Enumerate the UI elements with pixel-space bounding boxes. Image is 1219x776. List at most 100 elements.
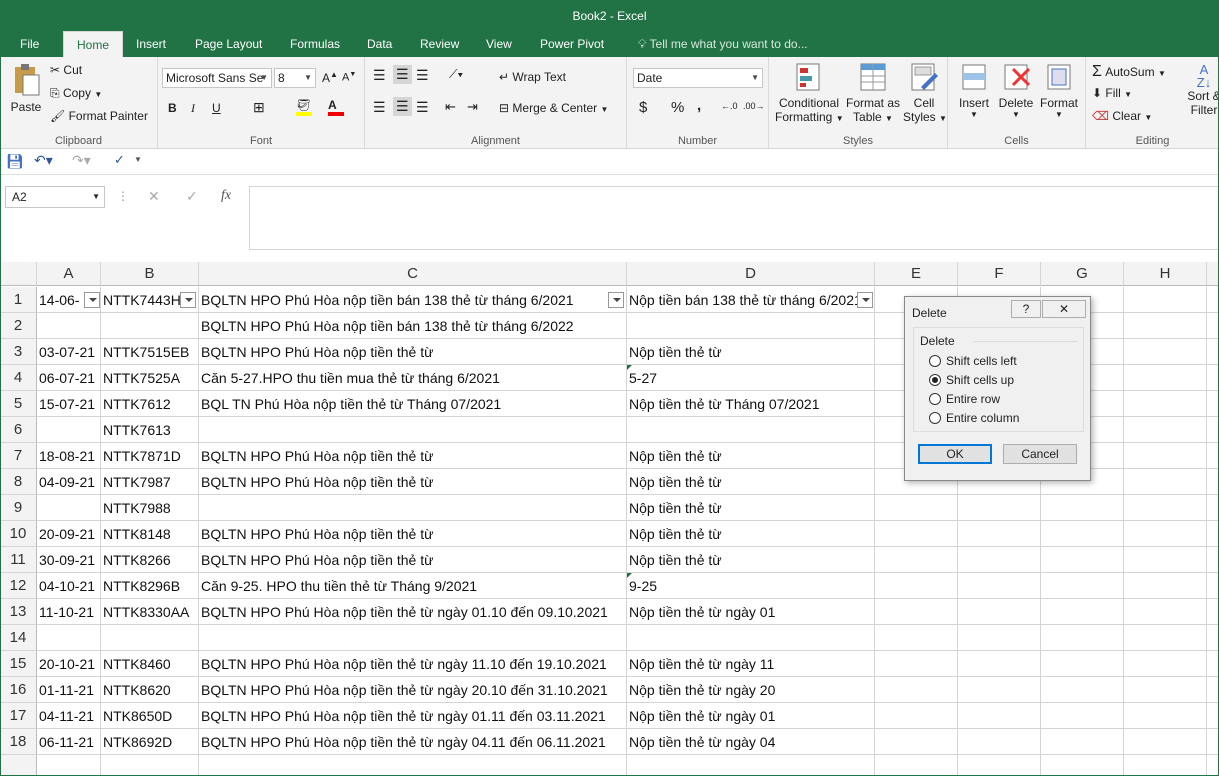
cell[interactable] [958,677,1041,703]
column-header[interactable]: D [627,262,875,286]
cell[interactable]: Nộp tiền bán 138 thẻ từ tháng 6/2021 [627,287,875,313]
row-header[interactable]: 14 [0,625,37,651]
delete-cells-button[interactable]: Delete ▼ [996,61,1036,119]
formula-input[interactable] [249,186,1219,250]
cell[interactable]: BQLTN HPO Phú Hòa nộp tiền thẻ từ ngày 0… [199,729,627,755]
close-button[interactable]: ✕ [1042,300,1086,318]
cell[interactable] [101,313,199,339]
grow-font-button[interactable]: A▲ [322,70,338,85]
customize-qat-icon[interactable]: ▼ [134,155,142,164]
cell[interactable] [199,417,627,443]
cell[interactable]: BQLTN HPO Phú Hòa nộp tiền thẻ từ ngày 2… [199,677,627,703]
cell[interactable] [1207,573,1219,599]
cell[interactable] [1041,729,1124,755]
cell[interactable] [875,677,958,703]
shrink-font-button[interactable]: A▼ [342,71,356,84]
cell[interactable]: 04-10-21 [37,573,101,599]
cell[interactable] [199,625,627,651]
tab-insert[interactable]: Insert [128,31,174,57]
cell[interactable] [1124,287,1207,313]
insert-function-icon[interactable]: fx [221,188,231,204]
column-header[interactable]: G [1041,262,1124,286]
row-header[interactable]: 3 [0,339,37,365]
cell[interactable] [1207,495,1219,521]
cell[interactable]: NTTK7613 [101,417,199,443]
filter-dropdown-icon[interactable] [608,292,624,308]
italic-button[interactable]: I [191,101,195,116]
row-header[interactable]: 6 [0,417,37,443]
option-shift-left[interactable]: Shift cells left [929,354,1017,368]
cell[interactable] [1041,755,1124,776]
cell-styles-button[interactable]: Cell Styles ▼ [903,61,947,124]
cell[interactable]: 04-11-21 [37,703,101,729]
cell[interactable]: NTTK7612 [101,391,199,417]
cell[interactable] [1041,703,1124,729]
cell[interactable] [1041,547,1124,573]
cell[interactable]: Nộp tiền thẻ từ [627,547,875,573]
cell[interactable]: 01-11-21 [37,677,101,703]
cell[interactable] [875,729,958,755]
cell[interactable] [958,599,1041,625]
cell[interactable] [1124,703,1207,729]
cell[interactable] [958,651,1041,677]
help-button[interactable]: ? [1011,300,1041,318]
cell[interactable] [1124,443,1207,469]
row-header[interactable]: 15 [0,651,37,677]
enter-entry-icon[interactable]: ✓ [186,188,198,205]
cell[interactable]: 03-07-21 [37,339,101,365]
cell[interactable] [1207,313,1219,339]
cell[interactable] [37,495,101,521]
filter-dropdown-icon[interactable] [84,292,100,308]
tab-data[interactable]: Data [359,31,400,57]
align-top-icon[interactable]: ☰ [373,67,386,84]
cell[interactable]: NTTK7871D [101,443,199,469]
increase-indent-icon[interactable]: ⇥ [467,99,478,115]
cell[interactable] [1207,391,1219,417]
cell[interactable] [1041,495,1124,521]
option-entire-column[interactable]: Entire column [929,411,1019,425]
tell-me-box[interactable]: 💡︎ Tell me what you want to do... [630,31,816,57]
cell[interactable]: BQLTN HPO Phú Hòa nộp tiền bán 138 thẻ t… [199,287,627,313]
align-right-icon[interactable]: ☰ [416,99,429,116]
autosum-button[interactable]: Σ AutoSum ▼ [1092,63,1166,81]
row-header[interactable] [0,755,37,776]
cell[interactable] [958,755,1041,776]
cell[interactable] [1207,339,1219,365]
font-color-button[interactable]: A [328,98,344,116]
cell[interactable]: NTTK7988 [101,495,199,521]
cell[interactable] [1207,365,1219,391]
tab-file[interactable]: File [12,31,47,57]
cell[interactable]: Nộp tiền thẻ từ ngày 20 [627,677,875,703]
clear-button[interactable]: ⌫ Clear ▼ [1092,109,1152,123]
cell[interactable] [627,625,875,651]
save-icon[interactable]: 💾︎ [6,153,24,170]
percent-button[interactable]: % [671,99,684,116]
option-entire-row[interactable]: Entire row [929,392,1000,406]
row-header[interactable]: 1 [0,287,37,313]
cell[interactable]: 11-10-21 [37,599,101,625]
cell[interactable] [1124,677,1207,703]
cell[interactable] [1124,339,1207,365]
cell[interactable]: 06-07-21 [37,365,101,391]
cell[interactable] [627,313,875,339]
cell[interactable]: BQLTN HPO Phú Hòa nộp tiền thẻ từ [199,443,627,469]
cell[interactable]: Nộp tiền thẻ từ [627,495,875,521]
cell[interactable] [1207,651,1219,677]
cell[interactable] [875,703,958,729]
number-format-select[interactable]: Date ▼ [633,68,763,88]
cell[interactable]: NTTK8266 [101,547,199,573]
cell[interactable]: Nộp tiền thẻ từ ngày 04 [627,729,875,755]
cell[interactable] [1124,521,1207,547]
tab-page-layout[interactable]: Page Layout [187,31,270,57]
option-shift-up[interactable]: Shift cells up [929,373,1014,387]
cell[interactable] [1124,573,1207,599]
cell[interactable]: BQLTN HPO Phú Hòa nộp tiền thẻ từ [199,521,627,547]
cell[interactable] [1124,547,1207,573]
cell[interactable]: BQLTN HPO Phú Hòa nộp tiền thẻ từ [199,469,627,495]
cell[interactable]: Căn 5-27.HPO thu tiền mua thẻ từ tháng 6… [199,365,627,391]
cell[interactable]: NTTK8460 [101,651,199,677]
column-header[interactable]: B [101,262,199,286]
cell[interactable]: NTTK7515EB [101,339,199,365]
font-size-select[interactable]: 8 ▼ [274,68,316,88]
cell[interactable]: 20-10-21 [37,651,101,677]
